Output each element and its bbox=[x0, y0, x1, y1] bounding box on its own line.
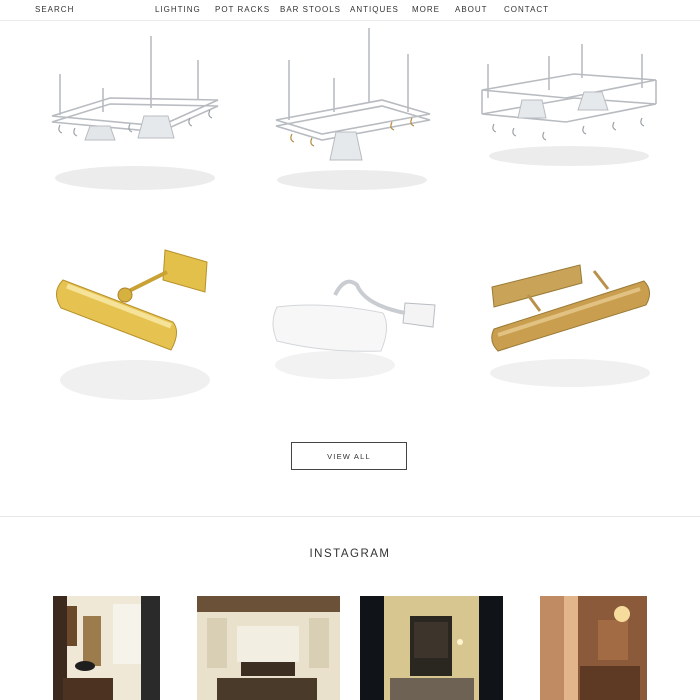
pot-rack-product-1[interactable] bbox=[40, 30, 230, 200]
pot-rack-image bbox=[481, 44, 657, 166]
hallway-photo bbox=[53, 596, 160, 700]
section-divider bbox=[0, 516, 700, 517]
nav-item-bar-stools[interactable]: BAR STOOLS bbox=[280, 5, 341, 14]
picture-light-image bbox=[490, 264, 650, 387]
picture-light-product-3[interactable] bbox=[480, 255, 660, 395]
kitchen-photo bbox=[197, 596, 340, 700]
instagram-photo-4[interactable] bbox=[540, 596, 647, 700]
nav-item-more[interactable]: MORE bbox=[412, 5, 440, 14]
pot-rack-product-3[interactable] bbox=[474, 38, 664, 188]
pot-rack-image bbox=[275, 28, 431, 190]
pot-rack-image bbox=[51, 36, 219, 190]
instagram-photo-3[interactable] bbox=[360, 596, 503, 700]
picture-light-image bbox=[272, 279, 436, 379]
nav-item-contact[interactable]: CONTACT bbox=[504, 5, 549, 14]
picture-light-image bbox=[56, 249, 210, 400]
nav-item-lighting[interactable]: LIGHTING bbox=[155, 5, 201, 14]
picture-light-product-1[interactable] bbox=[45, 240, 220, 410]
nav-item-about[interactable]: ABOUT bbox=[455, 5, 488, 14]
picture-light-product-2[interactable] bbox=[265, 265, 440, 390]
instagram-photo-2[interactable] bbox=[197, 596, 340, 700]
pot-rack-product-2[interactable] bbox=[262, 22, 440, 192]
instagram-heading: INSTAGRAM bbox=[309, 548, 391, 560]
nav-item-pot-racks[interactable]: POT RACKS bbox=[215, 5, 270, 14]
corridor-photo bbox=[360, 596, 503, 700]
nav-item-antiques[interactable]: ANTIQUES bbox=[350, 5, 399, 14]
main-nav: LIGHTING POT RACKS BAR STOOLS ANTIQUES M… bbox=[0, 5, 700, 17]
instagram-photo-1[interactable] bbox=[53, 596, 160, 700]
living-room-photo bbox=[540, 596, 647, 700]
top-navigation-bar: SEARCH LIGHTING POT RACKS BAR STOOLS ANT… bbox=[0, 0, 700, 21]
view-all-button[interactable]: VIEW ALL bbox=[291, 442, 407, 470]
